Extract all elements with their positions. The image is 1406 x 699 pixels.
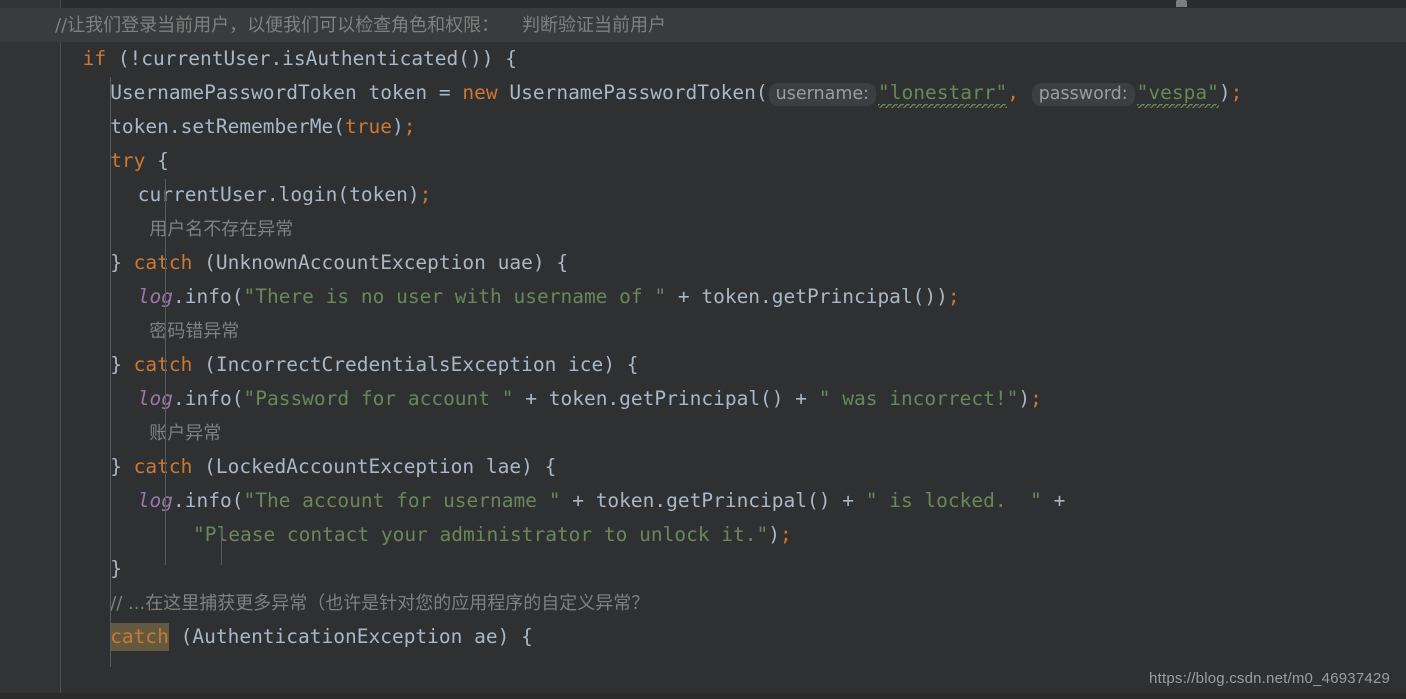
code-token: + token.getPrincipal() + bbox=[513, 387, 819, 410]
line-19-catch-auth[interactable]: catch (AuthenticationException ae) { bbox=[110, 620, 533, 654]
code-token: (LockedAccountException lae) { bbox=[192, 455, 557, 478]
line-8-catch-unknown[interactable]: } catch (UnknownAccountException uae) { bbox=[110, 246, 568, 280]
string-literal: " is locked. " bbox=[865, 489, 1042, 512]
code-token: (UnknownAccountException uae) { bbox=[192, 251, 569, 274]
code-token: } bbox=[110, 557, 122, 580]
code-token: (AuthenticationException ae) { bbox=[168, 625, 533, 648]
code-token: (!currentUser.isAuthenticated()) { bbox=[106, 47, 517, 70]
code-token: { bbox=[145, 149, 169, 172]
code-token: (IncorrectCredentialsException ice) { bbox=[192, 353, 639, 376]
code-token: .info( bbox=[173, 285, 244, 308]
punctuation-token: ; bbox=[403, 115, 416, 138]
comment-token: // ...在这里捕获更多异常（也许是针对您的应用程序的自定义异常？ bbox=[110, 593, 650, 614]
keyword-token-highlighted: catch bbox=[110, 623, 169, 651]
code-token: UsernamePasswordToken token = bbox=[110, 81, 463, 104]
string-literal-spellcheck: "vespa" bbox=[1136, 81, 1219, 108]
parameter-hint[interactable]: password: bbox=[1031, 83, 1135, 106]
static-field-token: log bbox=[137, 387, 174, 410]
code-token: UsernamePasswordToken( bbox=[497, 81, 768, 104]
line-1-comment[interactable]: //让我们登录当前用户，以便我们可以检查角色和权限： 判断验证当前用户 bbox=[55, 8, 666, 42]
line-14-catch-locked[interactable]: } catch (LockedAccountException lae) { bbox=[110, 450, 556, 484]
watermark-url: https://blog.csdn.net/m0_46937429 bbox=[1149, 670, 1390, 687]
guide-3 bbox=[221, 528, 222, 565]
code-token: ) bbox=[768, 523, 781, 546]
keyword-token: if bbox=[82, 47, 107, 70]
line-6-login[interactable]: currentUser.login(token); bbox=[138, 178, 432, 212]
string-literal: "Password for account " bbox=[243, 387, 514, 410]
static-field-token: log bbox=[137, 489, 174, 512]
punctuation-token: ; bbox=[780, 523, 792, 546]
line-17-close-brace[interactable]: } bbox=[110, 552, 122, 586]
keyword-token: new bbox=[462, 81, 498, 104]
line-3-token-decl[interactable]: UsernamePasswordToken token = new Userna… bbox=[110, 76, 1242, 110]
comment-token: 判断验证当前用户 bbox=[499, 15, 667, 36]
comment-token: //让我们登录当前用户，以便我们可以检查角色和权限： bbox=[55, 15, 500, 36]
punctuation-token: ; bbox=[1230, 81, 1243, 104]
line-9-log-no-user[interactable]: log.info("There is no user with username… bbox=[138, 280, 960, 314]
line-10-cn-comment-password[interactable]: 密码错异常 bbox=[138, 314, 239, 348]
keyword-token: catch bbox=[133, 455, 193, 478]
code-token: + token.getPrincipal()) bbox=[666, 285, 948, 308]
string-literal: "The account for username " bbox=[243, 489, 561, 512]
line-13-cn-comment-account[interactable]: 账户异常 bbox=[138, 416, 221, 450]
line-7-cn-comment-unknown[interactable]: 用户名不存在异常 bbox=[138, 212, 293, 246]
line-2-if[interactable]: if (!currentUser.isAuthenticated()) { bbox=[83, 42, 517, 76]
code-token: token.setRememberMe( bbox=[110, 115, 345, 138]
string-literal: "There is no user with username of " bbox=[243, 285, 667, 308]
line-16-log-locked-cont[interactable]: "Please contact your administrator to un… bbox=[193, 518, 792, 552]
guide-2 bbox=[165, 179, 166, 565]
toolbar-icon-fragment-icon[interactable] bbox=[1176, 0, 1187, 7]
keyword-token: catch bbox=[133, 353, 193, 376]
line-12-log-password[interactable]: log.info("Password for account " + token… bbox=[138, 382, 1042, 416]
code-token: currentUser.login(token) bbox=[137, 183, 420, 206]
punctuation-token: ; bbox=[1030, 387, 1042, 410]
comment-token: 账户异常 bbox=[137, 423, 222, 444]
code-token: ) bbox=[391, 115, 404, 138]
code-token: } bbox=[110, 251, 134, 274]
code-editor[interactable]: //让我们登录当前用户，以便我们可以检查角色和权限： 判断验证当前用户 if (!… bbox=[0, 0, 1406, 699]
code-token: .info( bbox=[173, 489, 244, 512]
comment-token: 用户名不存在异常 bbox=[137, 219, 294, 240]
code-token: .info( bbox=[173, 387, 244, 410]
punctuation-token: ; bbox=[419, 183, 432, 206]
line-11-catch-incorrect[interactable]: } catch (IncorrectCredentialsException i… bbox=[110, 348, 638, 382]
code-token: ) bbox=[1018, 387, 1031, 410]
comment-token: 密码错异常 bbox=[137, 321, 240, 342]
editor-bottom-strip bbox=[0, 693, 1406, 699]
line-4-remember-me[interactable]: token.setRememberMe(true); bbox=[110, 110, 415, 144]
string-literal: " was incorrect!" bbox=[818, 387, 1019, 410]
code-token: ) bbox=[1218, 81, 1231, 104]
string-literal: "Please contact your administrator to un… bbox=[193, 523, 769, 546]
code-token: + token.getPrincipal() + bbox=[560, 489, 866, 512]
gutter-divider bbox=[60, 0, 61, 699]
keyword-token: true bbox=[345, 115, 392, 138]
parameter-hint[interactable]: username: bbox=[768, 83, 877, 106]
line-5-try[interactable]: try { bbox=[110, 144, 169, 178]
code-token: + bbox=[1041, 489, 1066, 512]
line-18-cn-comment-more[interactable]: // ...在这里捕获更多异常（也许是针对您的应用程序的自定义异常？ bbox=[110, 586, 649, 620]
keyword-token: try bbox=[110, 149, 146, 172]
editor-gutter[interactable] bbox=[0, 0, 60, 699]
line-15-log-locked[interactable]: log.info("The account for username " + t… bbox=[138, 484, 1066, 518]
punctuation-token: ; bbox=[947, 285, 960, 308]
string-literal-spellcheck: "lonestarr" bbox=[878, 81, 1008, 108]
code-token: } bbox=[110, 353, 134, 376]
code-token: } bbox=[110, 455, 134, 478]
guide-1 bbox=[110, 77, 111, 667]
static-field-token: log bbox=[137, 285, 174, 308]
keyword-token: catch bbox=[133, 251, 193, 274]
punctuation-token: , bbox=[1007, 81, 1019, 104]
